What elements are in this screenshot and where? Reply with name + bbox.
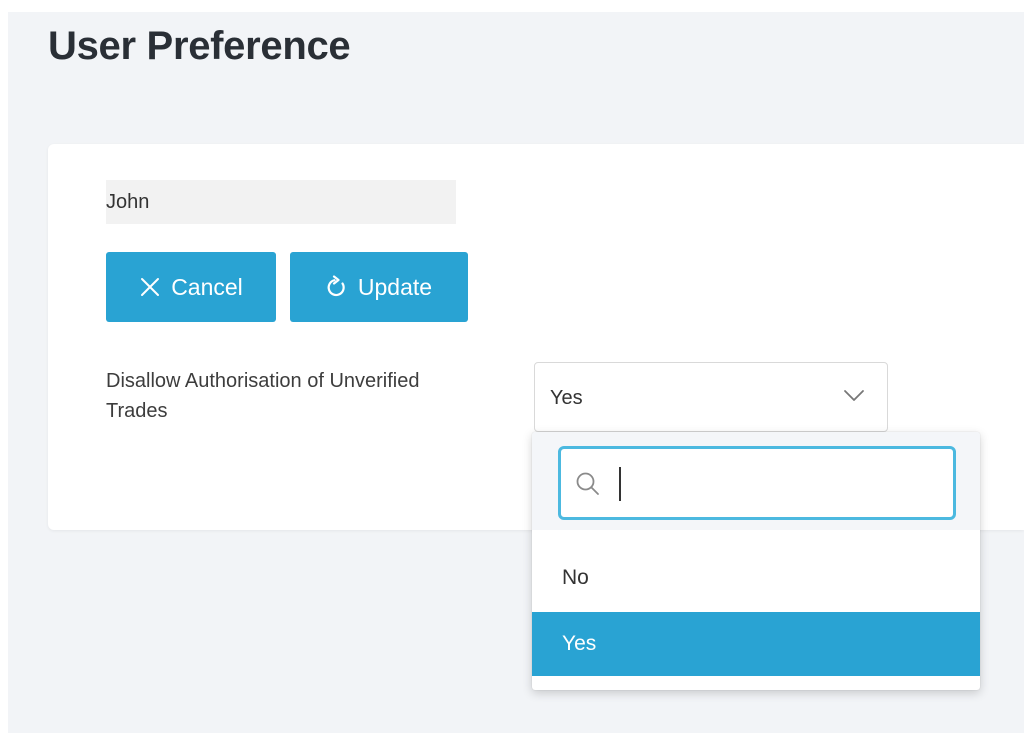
update-button-label: Update xyxy=(357,273,433,300)
dropdown-search-box[interactable] xyxy=(558,446,956,520)
page-title: User Preference xyxy=(48,24,351,68)
disallow-authorisation-select[interactable]: Yes xyxy=(534,362,888,432)
dropdown-search-area xyxy=(532,432,980,530)
dropdown-search-input[interactable] xyxy=(611,461,941,507)
cancel-button-label: Cancel xyxy=(171,273,243,300)
text-cursor xyxy=(619,467,621,501)
refresh-icon xyxy=(326,275,348,299)
close-icon xyxy=(139,276,161,298)
disallow-authorisation-label: Disallow Authorisation of Unverified Tra… xyxy=(106,370,420,422)
option-yes[interactable]: Yes xyxy=(532,612,980,676)
select-dropdown-menu: No Yes xyxy=(532,432,980,690)
select-value: Yes xyxy=(550,387,583,409)
chevron-down-icon xyxy=(843,389,865,408)
update-button[interactable]: Update xyxy=(290,252,468,322)
user-name-field: John xyxy=(106,180,456,224)
cancel-button[interactable]: Cancel xyxy=(106,252,276,322)
search-icon xyxy=(575,471,601,502)
option-no[interactable]: No xyxy=(532,546,980,610)
